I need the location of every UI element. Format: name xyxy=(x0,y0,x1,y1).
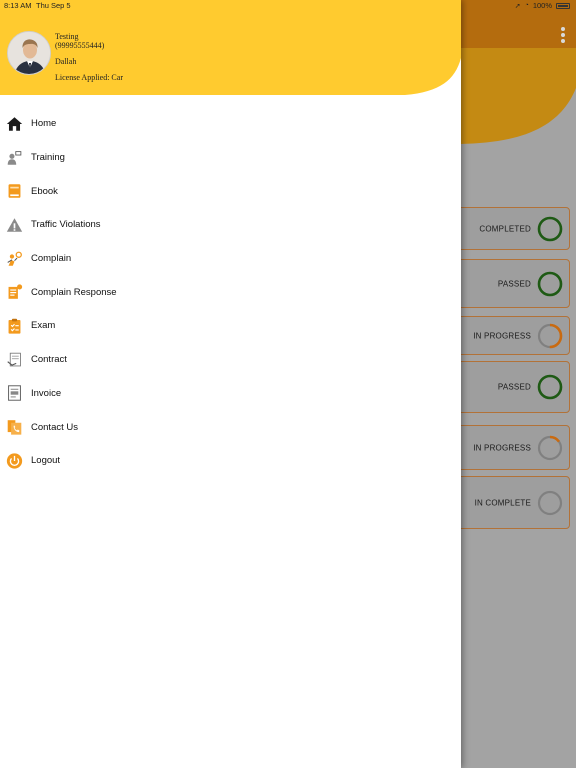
status-card-label: IN COMPLETE xyxy=(474,498,531,507)
complain-response-icon xyxy=(6,284,23,301)
progress-ring xyxy=(537,271,563,296)
more-options-icon[interactable] xyxy=(561,27,565,45)
status-card-label: COMPLETED xyxy=(479,224,531,233)
progress-ring xyxy=(537,374,563,400)
menu-item-label: Invoice xyxy=(31,387,62,399)
menu-item-label: Training xyxy=(31,152,65,164)
menu-item-label: Ebook xyxy=(31,185,58,197)
progress-ring xyxy=(537,323,563,348)
logout-icon xyxy=(6,452,23,469)
menu-item-home[interactable]: Home xyxy=(0,107,461,141)
status-bar: 8:13 AM Thu Sep 5 ➚ ◔ 100% xyxy=(0,0,576,11)
menu-item-contract[interactable]: Contract xyxy=(0,343,461,377)
progress-ring xyxy=(537,435,563,460)
status-card-label: PASSED xyxy=(497,382,531,392)
status-date: Thu Sep 5 xyxy=(36,1,71,10)
profile-name: Testing xyxy=(55,32,79,41)
traffic-violation-icon xyxy=(6,216,23,233)
status-card-label: IN PROGRESS xyxy=(473,443,531,452)
status-time: 8:13 AM xyxy=(4,1,32,10)
menu-item-label: Complain xyxy=(31,253,72,265)
drawer-header: Testing (99995555444) Dallah License App… xyxy=(0,0,461,96)
progress-ring-fill xyxy=(537,216,563,241)
status-card-label: IN PROGRESS xyxy=(473,331,531,340)
menu-item-label: Contract xyxy=(31,354,67,366)
progress-ring-fill xyxy=(537,374,563,400)
battery-icon xyxy=(556,2,570,9)
menu-item-complain[interactable]: Complain xyxy=(0,242,461,276)
menu-item-traffic-violations[interactable]: Traffic Violations xyxy=(0,208,461,242)
menu-item-label: Home xyxy=(31,118,57,130)
avatar[interactable] xyxy=(7,31,51,75)
home-icon xyxy=(6,115,23,132)
menu-item-ebook[interactable]: Ebook xyxy=(0,174,461,208)
menu-item-label: Complain Response xyxy=(31,286,117,298)
progress-ring-fill xyxy=(537,271,563,296)
profile-city: Dallah xyxy=(55,57,77,66)
menu-item-exam[interactable]: Exam xyxy=(0,309,461,343)
profile-phone: (99995555444) xyxy=(55,41,105,50)
contact-icon xyxy=(6,419,23,436)
navigation-drawer: Testing (99995555444) Dallah License App… xyxy=(0,0,461,768)
menu-item-label: Traffic Violations xyxy=(31,219,101,231)
complain-icon xyxy=(6,250,23,267)
wifi-icon: ◔ xyxy=(524,2,529,9)
menu-item-label: Logout xyxy=(31,455,61,467)
contract-icon xyxy=(6,351,23,368)
ebook-icon xyxy=(6,183,23,200)
menu-item-complain-response[interactable]: Complain Response xyxy=(0,275,461,309)
progress-ring-track xyxy=(537,490,563,515)
menu-item-logout[interactable]: Logout xyxy=(0,444,461,478)
menu-item-label: Exam xyxy=(31,320,56,332)
exam-icon xyxy=(6,317,23,334)
menu-item-training[interactable]: Training xyxy=(0,141,461,175)
menu-item-label: Contact Us xyxy=(31,421,78,433)
battery-level: 100% xyxy=(532,1,552,10)
progress-ring xyxy=(537,490,563,515)
status-card-label: PASSED xyxy=(497,279,531,288)
training-icon xyxy=(6,149,23,166)
location-icon: ➚ xyxy=(514,2,521,10)
invoice-icon xyxy=(6,385,23,402)
profile-license: License Applied: Car xyxy=(55,73,123,82)
progress-ring xyxy=(537,216,563,241)
menu-item-contact-us[interactable]: Contact Us xyxy=(0,410,461,444)
menu-item-invoice[interactable]: Invoice xyxy=(0,377,461,411)
drawer-menu: Home Training Ebook Traffic Violations Compl… xyxy=(0,107,461,478)
